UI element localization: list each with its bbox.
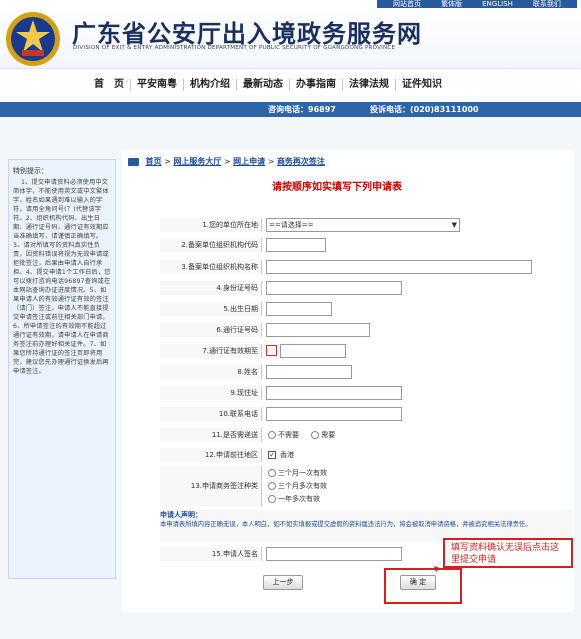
prev-button[interactable]: 上一步 [263, 575, 303, 590]
site-header: 广东省公安厅出入境政务服务网 DIVISION OF EXIT & ENTRY … [0, 8, 581, 68]
id-number-input[interactable] [266, 281, 402, 295]
f2-label: 2.备案单位组织机构代码 [160, 238, 262, 252]
top-link-traditional[interactable]: 繁体版 [441, 0, 462, 8]
nav-item-news[interactable]: 最新动态 [237, 79, 290, 91]
type-3m-multi-label: 三个月多次有效 [278, 482, 327, 490]
breadcrumb: 首页 > 网上服务大厅 > 网上申请 > 商务再次签注 [128, 156, 325, 167]
form-heading: 请按顺序如实填写下列申请表 [272, 182, 402, 193]
declaration-text: 本申请表所填内容正确无误，本人明白，如不如实填报或提交虚假的资料属违法行为，将会… [160, 521, 532, 528]
breadcrumb-sep-2: > [223, 157, 231, 166]
breadcrumb-sep-3: > [267, 157, 275, 166]
breadcrumb-current[interactable]: 商务再次签注 [277, 157, 325, 166]
nav-item-docs[interactable]: 证件知识 [396, 79, 448, 91]
calendar-icon[interactable] [266, 345, 277, 356]
type-3m-once-label: 三个月一次有效 [278, 469, 327, 477]
nav-item-safety[interactable]: 平安南粤 [131, 79, 184, 91]
breadcrumb-apply[interactable]: 网上申请 [233, 157, 265, 166]
breadcrumb-home[interactable]: 首页 [146, 157, 162, 166]
tips-title: 特别提示： [13, 167, 48, 175]
f7-label: 7.通行证有效期至 [160, 344, 262, 358]
nav-item-law[interactable]: 法律法规 [343, 79, 396, 91]
f3-label: 3.备案单位组织机构名称 [160, 260, 262, 274]
f12-label: 12.申请前往地区 [160, 448, 262, 462]
name-input[interactable] [266, 365, 352, 379]
org-name-input[interactable] [266, 260, 532, 274]
delivery-no-radio[interactable] [268, 431, 276, 439]
chevron-down-icon: ▼ [451, 221, 457, 229]
top-link-contact[interactable]: 联系我们 [533, 0, 561, 8]
delivery-no-label: 不需要 [278, 431, 299, 439]
type-1y-multi-label: 一年多次有效 [278, 495, 320, 503]
nav-item-about[interactable]: 机构介绍 [184, 79, 237, 91]
hong-kong-checkbox[interactable]: ✓ [268, 451, 276, 459]
f5-label: 5.出生日期 [160, 302, 262, 316]
f1-label: 1.您的单位所在地 [160, 218, 262, 232]
unit-location-select[interactable]: ==请选择== ▼ [266, 218, 460, 232]
top-link-english[interactable]: ENGLISH [482, 0, 513, 8]
top-link-home[interactable]: 网站首页 [393, 0, 421, 8]
nav-item-guide[interactable]: 办事指南 [290, 79, 343, 91]
type-1y-multi-radio[interactable] [268, 495, 276, 503]
delivery-yes-label: 需要 [321, 431, 336, 439]
breadcrumb-sep-1: > [164, 157, 171, 166]
f8-label: 8.姓名 [160, 365, 262, 379]
f15-label: 15.申请人签名 [160, 547, 262, 561]
main-nav: 首 页 平安南粤 机构介绍 最新动态 办事指南 法律法规 证件知识 [0, 68, 581, 102]
page: 网站首页 繁体版 ENGLISH 联系我们 广东省公安厅出入境政务服务网 DIV… [0, 0, 581, 639]
f9-label: 9.现住址 [160, 386, 262, 400]
top-links: 网站首页 繁体版 ENGLISH 联系我们 [377, 0, 577, 8]
f13-label: 13.申请商务签注种类 [160, 466, 262, 506]
complaint-phone: 投诉电话：(020)83111000 [370, 105, 479, 114]
breadcrumb-hall[interactable]: 网上服务大厅 [173, 157, 221, 166]
phone-input[interactable] [266, 407, 402, 421]
unit-location-value: ==请选择== [269, 221, 314, 229]
phone-bar: 咨询电话：96897 投诉电话：(020)83111000 [0, 102, 581, 117]
type-3m-once-radio[interactable] [268, 469, 276, 477]
declaration-title: 申请人声明： [160, 511, 202, 519]
tips-sidebar: 特别提示： 1、提交申请资料必须使用中文简体字，不能使用英文或中文繁体字，姓名如… [8, 159, 116, 579]
instruction-callout: 填写资料确认无误后点击这里提交申请 [443, 538, 573, 568]
tips-text: 1、提交申请资料必须使用中文简体字，不能使用英文或中文繁体字，姓名如果遇到难以输… [13, 179, 111, 375]
f11-label: 11.是否需递送 [160, 428, 262, 442]
signature-input[interactable] [266, 547, 402, 561]
consult-phone: 咨询电话：96897 [268, 105, 336, 114]
permit-number-input[interactable] [266, 323, 370, 337]
birth-date-input[interactable] [266, 302, 332, 316]
hong-kong-label: 香港 [280, 451, 294, 459]
f4-label: 4.身份证号码 [160, 281, 262, 295]
org-code-input[interactable] [266, 238, 326, 252]
type-3m-multi-radio[interactable] [268, 482, 276, 490]
destination-option: ✓ 香港 [268, 450, 294, 460]
breadcrumb-icon [128, 157, 139, 166]
nav-item-home[interactable]: 首 页 [88, 79, 131, 91]
site-title: 广东省公安厅出入境政务服务网 [72, 19, 422, 48]
permit-expiry-input[interactable] [280, 344, 346, 358]
endorsement-type-options: 三个月一次有效 三个月多次有效 一年多次有效 [268, 467, 327, 506]
address-input[interactable] [266, 386, 402, 400]
delivery-yes-radio[interactable] [311, 431, 320, 439]
site-subtitle: DIVISION OF EXIT & ENTRY ADMINISTRATION … [73, 45, 396, 51]
f6-label: 6.通行证号码 [160, 323, 262, 337]
delivery-options: 不需要 需要 [268, 430, 335, 440]
f10-label: 10.联系电话 [160, 407, 262, 421]
police-emblem-icon [6, 12, 60, 66]
